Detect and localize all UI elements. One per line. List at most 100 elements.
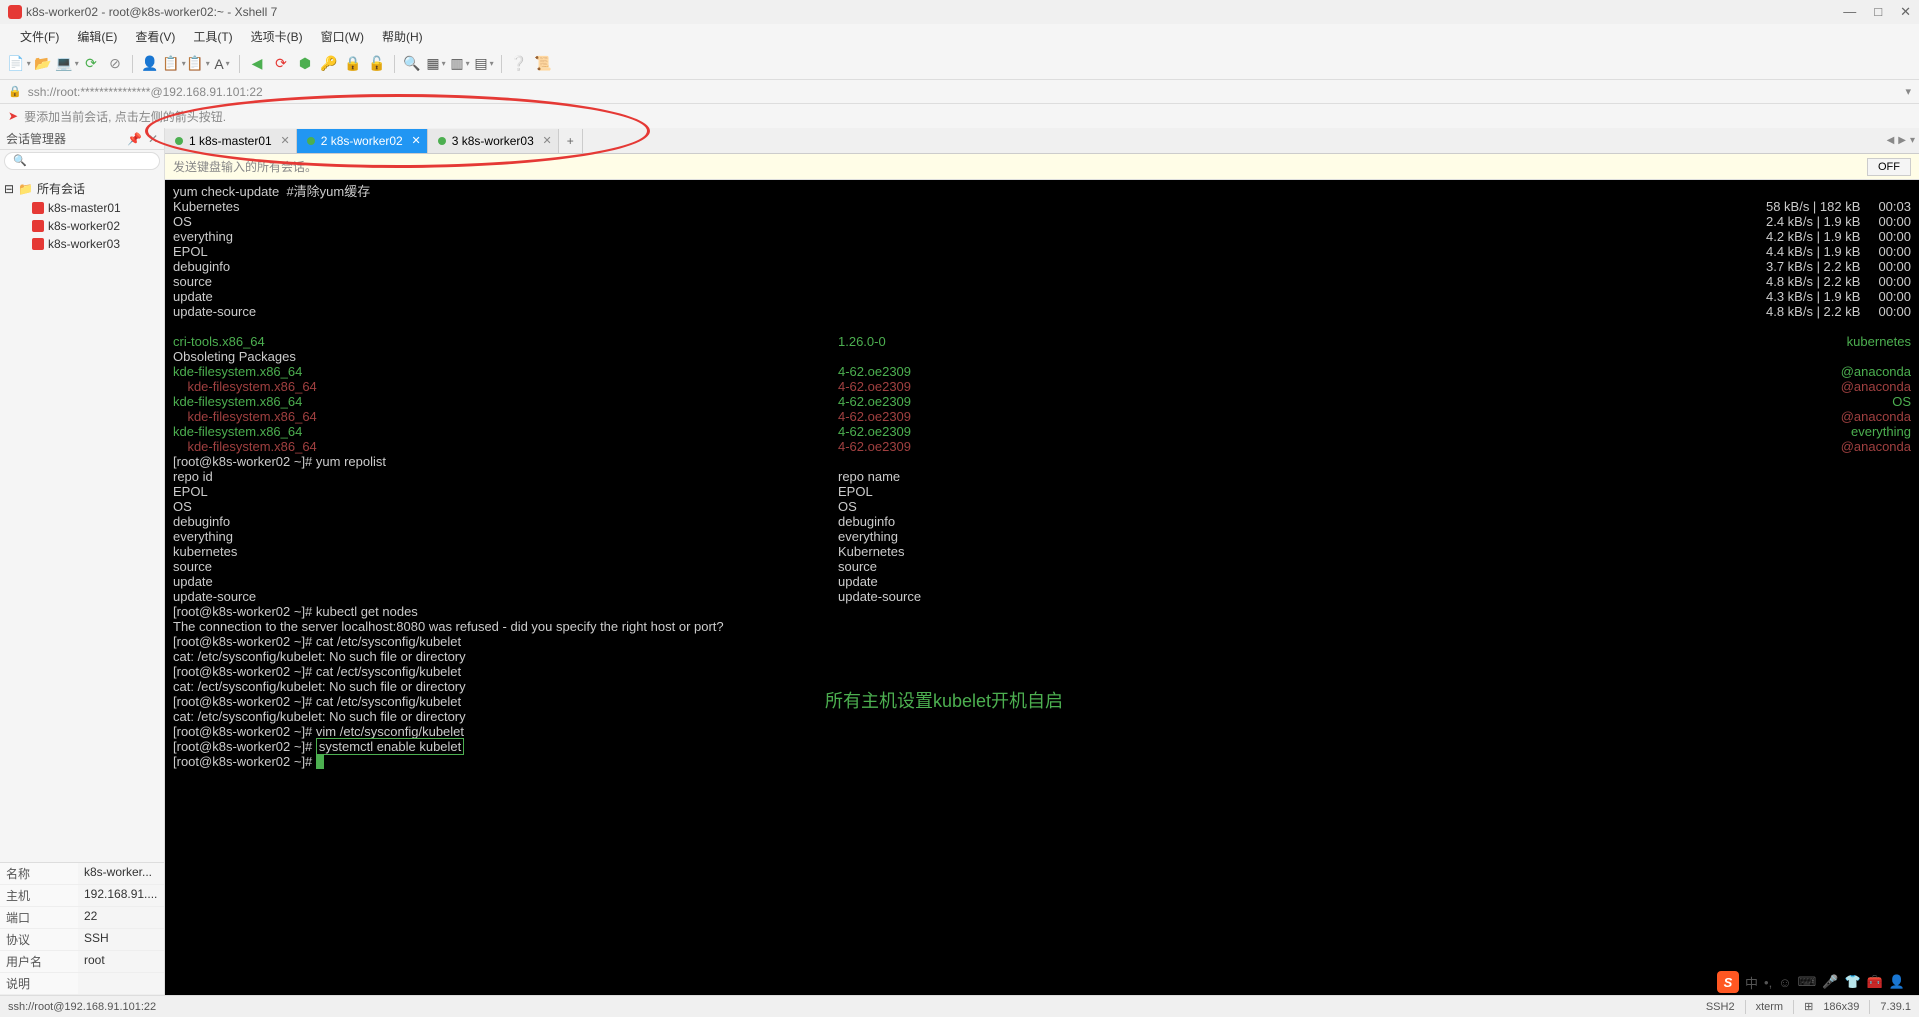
keys-icon[interactable]: 🔑 — [318, 53, 340, 75]
new-session-icon[interactable]: 📄 — [8, 53, 30, 75]
prop-name-label: 名称 — [0, 863, 78, 884]
menu-tabs[interactable]: 选项卡(B) — [243, 26, 311, 47]
close-sidebar-icon[interactable]: ✕ — [148, 132, 158, 146]
tools-icon[interactable]: ⬢ — [294, 53, 316, 75]
collapse-icon[interactable]: ⊟ — [4, 182, 14, 196]
app-icon — [8, 5, 22, 19]
prop-name-value: k8s-worker... — [78, 863, 164, 884]
tab-next-icon[interactable]: ▶ — [1898, 135, 1906, 146]
tab-master01[interactable]: 1 k8s-master01 ✕ — [165, 129, 297, 153]
help-icon[interactable]: ❔ — [508, 53, 530, 75]
sidebar-title: 会话管理器 — [6, 130, 66, 147]
menu-bar: 文件(F) 编辑(E) 查看(V) 工具(T) 选项卡(B) 窗口(W) 帮助(… — [0, 24, 1919, 48]
sidebar-search — [0, 150, 164, 174]
toolbar: 📄 📂 💻 ⟳ ⊘ 👤 📋 📋 A ◀ ⟳ ⬢ 🔑 🔒 🔓 🔍 ▦ ▥ ▤ ❔ … — [0, 48, 1919, 80]
status-size: 186x39 — [1823, 1001, 1859, 1013]
tab-menu-icon[interactable]: ▾ — [1910, 135, 1915, 146]
ime-skin-icon[interactable]: 👕 — [1844, 974, 1860, 990]
menu-help[interactable]: 帮助(H) — [374, 26, 431, 47]
session-item-master01[interactable]: k8s-master01 — [0, 199, 164, 217]
send-bar-text: 发送键盘输入的所有会话。 — [173, 158, 317, 175]
prop-protocol-value: SSH — [78, 929, 164, 950]
minimize-icon[interactable]: — — [1843, 4, 1856, 20]
script-icon[interactable]: 📜 — [532, 53, 554, 75]
session-item-worker03[interactable]: k8s-worker03 — [0, 235, 164, 253]
status-dot-icon — [438, 137, 446, 145]
close-icon[interactable]: ✕ — [1900, 4, 1911, 20]
ime-toolbox-icon[interactable]: 🧰 — [1867, 974, 1883, 990]
tab-prev-icon[interactable]: ◀ — [1887, 135, 1895, 146]
ime-user-icon[interactable]: 👤 — [1889, 974, 1905, 990]
profile-icon[interactable]: 👤 — [139, 53, 161, 75]
address-dropdown-icon[interactable]: ▾ — [1905, 85, 1911, 98]
tab-close-icon[interactable]: ✕ — [412, 134, 421, 147]
status-size-icon: ⊞ — [1804, 1000, 1813, 1013]
menu-tools[interactable]: 工具(T) — [185, 26, 240, 47]
folder-icon: 📁 — [18, 182, 33, 196]
refresh-icon[interactable]: ⟳ — [270, 53, 292, 75]
window-title: k8s-worker02 - root@k8s-worker02:~ - Xsh… — [26, 5, 277, 19]
ime-punct-icon[interactable]: •, — [1764, 975, 1772, 990]
menu-window[interactable]: 窗口(W) — [313, 26, 372, 47]
status-term: xterm — [1756, 1001, 1784, 1013]
maximize-icon[interactable]: □ — [1874, 4, 1882, 20]
tree-root[interactable]: ⊟ 📁 所有会话 — [0, 178, 164, 199]
session-item-worker02[interactable]: k8s-worker02 — [0, 217, 164, 235]
tab-close-icon[interactable]: ✕ — [543, 134, 552, 147]
ime-keyboard-icon[interactable]: ⌨ — [1797, 974, 1816, 990]
session-icon — [32, 238, 44, 250]
session-icon — [32, 220, 44, 232]
font-icon[interactable]: A — [211, 53, 233, 75]
prop-port-value: 22 — [78, 907, 164, 928]
pin-icon[interactable]: 📌 — [127, 132, 142, 146]
status-bar: ssh://root@192.168.91.101:22 SSH2 xterm … — [0, 995, 1919, 1017]
content-area: 1 k8s-master01 ✕ 2 k8s-worker02 ✕ 3 k8s-… — [165, 128, 1919, 995]
tab-worker03[interactable]: 3 k8s-worker03 ✕ — [428, 129, 559, 153]
open-icon[interactable]: 📂 — [32, 53, 54, 75]
disconnect-icon[interactable]: ⊘ — [104, 53, 126, 75]
tab-close-icon[interactable]: ✕ — [280, 134, 289, 147]
title-bar: k8s-worker02 - root@k8s-worker02:~ - Xsh… — [0, 0, 1919, 24]
reconnect-icon[interactable]: ⟳ — [80, 53, 102, 75]
status-ssh: SSH2 — [1706, 1001, 1735, 1013]
search-input[interactable] — [4, 152, 160, 170]
ime-emoji-icon[interactable]: ☺ — [1778, 975, 1791, 990]
layout3-icon[interactable]: ▤ — [473, 53, 495, 75]
prop-user-value: root — [78, 951, 164, 972]
sidebar-header: 会话管理器 📌 ✕ — [0, 128, 164, 150]
menu-file[interactable]: 文件(F) — [12, 26, 67, 47]
terminal[interactable]: yum check-update #清除yum缓存Kubernetes58 kB… — [165, 180, 1919, 995]
layout2-icon[interactable]: ▥ — [449, 53, 471, 75]
send-input-bar: 发送键盘输入的所有会话。 OFF — [165, 154, 1919, 180]
menu-view[interactable]: 查看(V) — [127, 26, 183, 47]
tabs-row: 1 k8s-master01 ✕ 2 k8s-worker02 ✕ 3 k8s-… — [165, 128, 1919, 154]
status-dot-icon — [175, 137, 183, 145]
ime-tray: S 中 •, ☺ ⌨ 🎤 👕 🧰 👤 — [1711, 969, 1911, 995]
lock-toolbar-icon[interactable]: 🔒 — [342, 53, 364, 75]
toggle-off-button[interactable]: OFF — [1867, 158, 1911, 176]
hint-bar: ➤ 要添加当前会话, 点击左侧的箭头按钮. — [0, 104, 1919, 128]
address-text[interactable]: ssh://root:***************@192.168.91.10… — [28, 85, 263, 99]
tab-add-button[interactable]: + — [559, 129, 583, 153]
status-misc: 7.39.1 — [1880, 1001, 1911, 1013]
hint-arrow-icon[interactable]: ➤ — [8, 109, 18, 123]
menu-edit[interactable]: 编辑(E) — [69, 26, 125, 47]
status-dot-icon — [307, 137, 315, 145]
prop-host-label: 主机 — [0, 885, 78, 906]
tab-worker02[interactable]: 2 k8s-worker02 ✕ — [297, 129, 428, 153]
ime-lang-icon[interactable]: 中 — [1745, 973, 1758, 992]
session-icon — [32, 202, 44, 214]
hint-text: 要添加当前会话, 点击左侧的箭头按钮. — [24, 108, 226, 125]
layout1-icon[interactable]: ▦ — [425, 53, 447, 75]
prop-host-value: 192.168.91.... — [78, 885, 164, 906]
session-tree: ⊟ 📁 所有会话 k8s-master01 k8s-worker02 k8s-w… — [0, 174, 164, 862]
paste-icon[interactable]: 📋 — [187, 53, 209, 75]
find-icon[interactable]: 🔍 — [401, 53, 423, 75]
ime-sogou-icon[interactable]: S — [1717, 971, 1739, 993]
prev-icon[interactable]: ◀ — [246, 53, 268, 75]
send-cmd-icon[interactable]: 💻 — [56, 53, 78, 75]
address-bar: 🔒 ssh://root:***************@192.168.91.… — [0, 80, 1919, 104]
ime-mic-icon[interactable]: 🎤 — [1822, 974, 1838, 990]
copy-icon[interactable]: 📋 — [163, 53, 185, 75]
unlock-icon[interactable]: 🔓 — [366, 53, 388, 75]
